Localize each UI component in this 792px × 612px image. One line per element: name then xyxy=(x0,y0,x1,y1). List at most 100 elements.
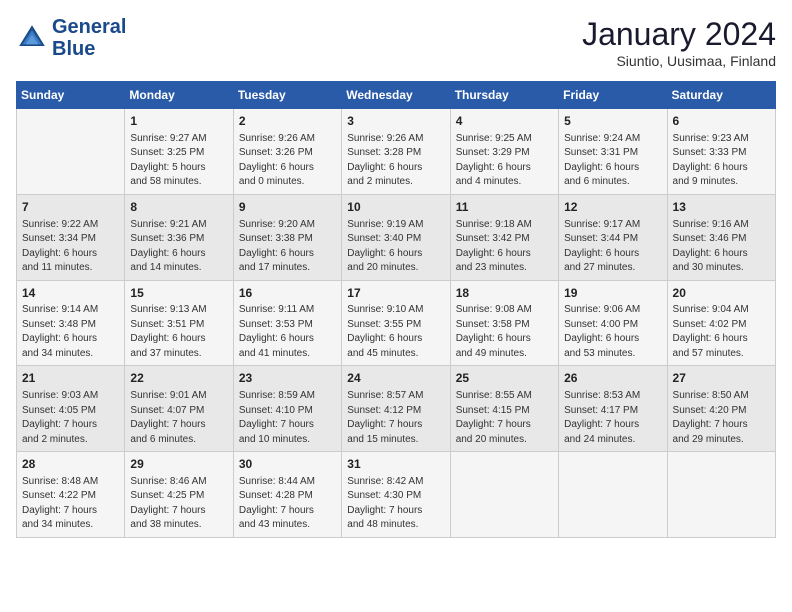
day-number: 3 xyxy=(347,113,444,130)
day-info: Sunrise: 9:26 AM Sunset: 3:26 PM Dayligh… xyxy=(239,132,336,190)
calendar-cell xyxy=(559,452,667,538)
day-number: 4 xyxy=(456,113,553,130)
calendar-row: 14Sunrise: 9:14 AM Sunset: 3:48 PM Dayli… xyxy=(17,280,776,366)
day-number: 27 xyxy=(673,370,770,387)
calendar-cell: 27 Sunrise: 8:50 AM Sunset: 4:20 PM Dayli… xyxy=(667,366,775,452)
day-info: Sunrise: 9:17 AM Sunset: 3:44 PM Dayligh… xyxy=(564,218,661,276)
col-sunday: Sunday xyxy=(17,82,125,109)
calendar-cell: 8 Sunrise: 9:21 AM Sunset: 3:36 PM Daylig… xyxy=(125,194,233,280)
day-info: Sunrise: 9:08 AM Sunset: 3:58 PM Dayligh… xyxy=(456,303,553,361)
day-number: 17 xyxy=(347,285,444,302)
day-number: 28 xyxy=(22,456,119,473)
calendar-cell: 26Sunrise: 8:53 AM Sunset: 4:17 PM Dayli… xyxy=(559,366,667,452)
calendar-cell: 4 Sunrise: 9:25 AM Sunset: 3:29 PM Daylig… xyxy=(450,109,558,195)
day-number: 1 xyxy=(130,113,227,130)
calendar-cell: 2 Sunrise: 9:26 AM Sunset: 3:26 PM Daylig… xyxy=(233,109,341,195)
day-info: Sunrise: 9:01 AM Sunset: 4:07 PM Dayligh… xyxy=(130,389,227,447)
day-info: Sunrise: 9:16 AM Sunset: 3:46 PM Dayligh… xyxy=(673,218,770,276)
day-number: 16 xyxy=(239,285,336,302)
day-number: 13 xyxy=(673,199,770,216)
location-subtitle: Siuntio, Uusimaa, Finland xyxy=(582,53,776,69)
day-number: 7 xyxy=(22,199,119,216)
calendar-row: 28 Sunrise: 8:48 AM Sunset: 4:22 PM Dayli… xyxy=(17,452,776,538)
calendar-cell: 22Sunrise: 9:01 AM Sunset: 4:07 PM Dayli… xyxy=(125,366,233,452)
day-number: 30 xyxy=(239,456,336,473)
day-info: Sunrise: 9:06 AM Sunset: 4:00 PM Dayligh… xyxy=(564,303,661,361)
calendar-cell: 31 Sunrise: 8:42 AM Sunset: 4:30 PM Dayli… xyxy=(342,452,450,538)
day-info: Sunrise: 9:25 AM Sunset: 3:29 PM Dayligh… xyxy=(456,132,553,190)
day-info: Sunrise: 9:19 AM Sunset: 3:40 PM Dayligh… xyxy=(347,218,444,276)
day-number: 9 xyxy=(239,199,336,216)
calendar-row: 7 Sunrise: 9:22 AM Sunset: 3:34 PM Daylig… xyxy=(17,194,776,280)
col-tuesday: Tuesday xyxy=(233,82,341,109)
calendar-cell: 12 Sunrise: 9:17 AM Sunset: 3:44 PM Dayli… xyxy=(559,194,667,280)
calendar-cell: 1Sunrise: 9:27 AM Sunset: 3:25 PM Daylig… xyxy=(125,109,233,195)
day-number: 11 xyxy=(456,199,553,216)
day-info: Sunrise: 9:21 AM Sunset: 3:36 PM Dayligh… xyxy=(130,218,227,276)
calendar-cell: 29Sunrise: 8:46 AM Sunset: 4:25 PM Dayli… xyxy=(125,452,233,538)
day-number: 20 xyxy=(673,285,770,302)
col-wednesday: Wednesday xyxy=(342,82,450,109)
day-number: 8 xyxy=(130,199,227,216)
calendar-table: Sunday Monday Tuesday Wednesday Thursday… xyxy=(16,81,776,538)
calendar-cell: 15Sunrise: 9:13 AM Sunset: 3:51 PM Dayli… xyxy=(125,280,233,366)
day-number: 31 xyxy=(347,456,444,473)
header-row: Sunday Monday Tuesday Wednesday Thursday… xyxy=(17,82,776,109)
calendar-row: 21 Sunrise: 9:03 AM Sunset: 4:05 PM Dayli… xyxy=(17,366,776,452)
logo-icon xyxy=(16,22,48,54)
day-info: Sunrise: 9:11 AM Sunset: 3:53 PM Dayligh… xyxy=(239,303,336,361)
month-title: January 2024 xyxy=(582,16,776,53)
day-number: 15 xyxy=(130,285,227,302)
day-info: Sunrise: 8:42 AM Sunset: 4:30 PM Dayligh… xyxy=(347,475,444,533)
day-number: 6 xyxy=(673,113,770,130)
day-info: Sunrise: 9:03 AM Sunset: 4:05 PM Dayligh… xyxy=(22,389,119,447)
calendar-cell: 17Sunrise: 9:10 AM Sunset: 3:55 PM Dayli… xyxy=(342,280,450,366)
day-info: Sunrise: 9:04 AM Sunset: 4:02 PM Dayligh… xyxy=(673,303,770,361)
calendar-cell xyxy=(17,109,125,195)
calendar-cell: 28 Sunrise: 8:48 AM Sunset: 4:22 PM Dayli… xyxy=(17,452,125,538)
day-info: Sunrise: 8:50 AM Sunset: 4:20 PM Dayligh… xyxy=(673,389,770,447)
day-info: Sunrise: 9:13 AM Sunset: 3:51 PM Dayligh… xyxy=(130,303,227,361)
calendar-row: 1Sunrise: 9:27 AM Sunset: 3:25 PM Daylig… xyxy=(17,109,776,195)
logo-text: General Blue xyxy=(52,16,126,60)
day-number: 21 xyxy=(22,370,119,387)
day-info: Sunrise: 8:55 AM Sunset: 4:15 PM Dayligh… xyxy=(456,389,553,447)
calendar-cell: 3Sunrise: 9:26 AM Sunset: 3:28 PM Daylig… xyxy=(342,109,450,195)
calendar-cell: 13 Sunrise: 9:16 AM Sunset: 3:46 PM Dayli… xyxy=(667,194,775,280)
day-info: Sunrise: 9:23 AM Sunset: 3:33 PM Dayligh… xyxy=(673,132,770,190)
calendar-cell: 21 Sunrise: 9:03 AM Sunset: 4:05 PM Dayli… xyxy=(17,366,125,452)
col-monday: Monday xyxy=(125,82,233,109)
day-info: Sunrise: 8:53 AM Sunset: 4:17 PM Dayligh… xyxy=(564,389,661,447)
calendar-body: 1Sunrise: 9:27 AM Sunset: 3:25 PM Daylig… xyxy=(17,109,776,538)
day-number: 2 xyxy=(239,113,336,130)
calendar-cell: 14Sunrise: 9:14 AM Sunset: 3:48 PM Dayli… xyxy=(17,280,125,366)
calendar-cell: 11 Sunrise: 9:18 AM Sunset: 3:42 PM Dayli… xyxy=(450,194,558,280)
col-saturday: Saturday xyxy=(667,82,775,109)
calendar-cell: 18Sunrise: 9:08 AM Sunset: 3:58 PM Dayli… xyxy=(450,280,558,366)
day-info: Sunrise: 9:18 AM Sunset: 3:42 PM Dayligh… xyxy=(456,218,553,276)
day-number: 18 xyxy=(456,285,553,302)
calendar-cell: 19Sunrise: 9:06 AM Sunset: 4:00 PM Dayli… xyxy=(559,280,667,366)
day-number: 29 xyxy=(130,456,227,473)
calendar-header: Sunday Monday Tuesday Wednesday Thursday… xyxy=(17,82,776,109)
day-info: Sunrise: 9:10 AM Sunset: 3:55 PM Dayligh… xyxy=(347,303,444,361)
calendar-cell: 25Sunrise: 8:55 AM Sunset: 4:15 PM Dayli… xyxy=(450,366,558,452)
day-number: 10 xyxy=(347,199,444,216)
day-number: 14 xyxy=(22,285,119,302)
calendar-cell: 10 Sunrise: 9:19 AM Sunset: 3:40 PM Dayli… xyxy=(342,194,450,280)
day-info: Sunrise: 9:14 AM Sunset: 3:48 PM Dayligh… xyxy=(22,303,119,361)
calendar-cell: 9Sunrise: 9:20 AM Sunset: 3:38 PM Daylig… xyxy=(233,194,341,280)
calendar-cell: 30 Sunrise: 8:44 AM Sunset: 4:28 PM Dayli… xyxy=(233,452,341,538)
day-info: Sunrise: 8:59 AM Sunset: 4:10 PM Dayligh… xyxy=(239,389,336,447)
calendar-cell xyxy=(450,452,558,538)
day-info: Sunrise: 8:57 AM Sunset: 4:12 PM Dayligh… xyxy=(347,389,444,447)
day-number: 12 xyxy=(564,199,661,216)
calendar-cell xyxy=(667,452,775,538)
day-info: Sunrise: 8:44 AM Sunset: 4:28 PM Dayligh… xyxy=(239,475,336,533)
day-number: 24 xyxy=(347,370,444,387)
calendar-cell: 5Sunrise: 9:24 AM Sunset: 3:31 PM Daylig… xyxy=(559,109,667,195)
day-info: Sunrise: 9:22 AM Sunset: 3:34 PM Dayligh… xyxy=(22,218,119,276)
logo: General Blue xyxy=(16,16,126,60)
day-info: Sunrise: 8:48 AM Sunset: 4:22 PM Dayligh… xyxy=(22,475,119,533)
calendar-cell: 7 Sunrise: 9:22 AM Sunset: 3:34 PM Daylig… xyxy=(17,194,125,280)
